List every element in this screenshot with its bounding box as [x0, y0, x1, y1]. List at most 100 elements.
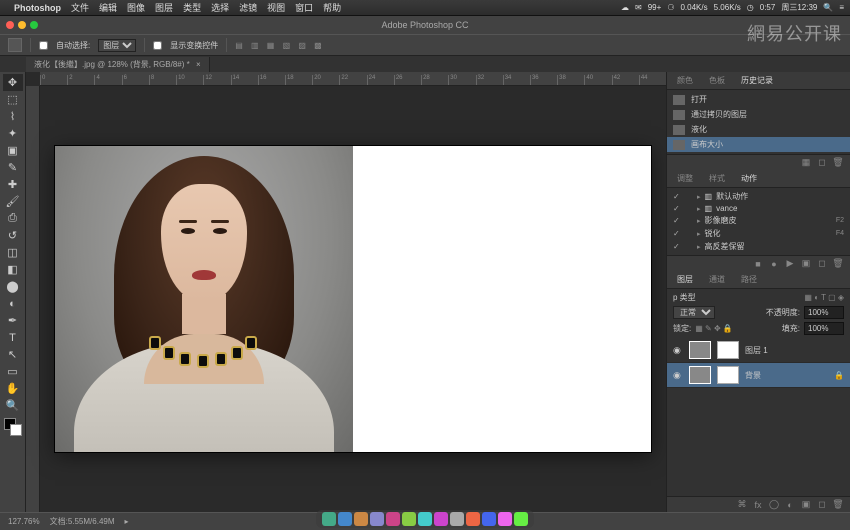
- layer-name[interactable]: 图层 1: [745, 345, 768, 356]
- dodge-tool[interactable]: ◐: [3, 295, 23, 312]
- menu-view[interactable]: 视图: [267, 1, 285, 14]
- tab-styles[interactable]: 样式: [705, 171, 729, 186]
- layer-delete-icon[interactable]: 🗑: [832, 499, 844, 511]
- status-menu-icon[interactable]: ≡: [839, 3, 844, 12]
- crop-tool[interactable]: ▣: [3, 142, 23, 159]
- auto-select-dropdown[interactable]: 图层: [98, 39, 136, 52]
- dock-app-icon[interactable]: [514, 512, 528, 526]
- layer-visibility-icon[interactable]: ◉: [673, 370, 683, 381]
- wand-tool[interactable]: ✦: [3, 125, 23, 142]
- tab-channels[interactable]: 通道: [705, 272, 729, 287]
- dock-app-icon[interactable]: [338, 512, 352, 526]
- layer-item[interactable]: ◉背景🔒: [667, 363, 850, 388]
- history-new-icon[interactable]: ◻: [816, 157, 828, 169]
- action-item[interactable]: ✓▸锐化F4: [667, 227, 850, 240]
- opacity-input[interactable]: [804, 306, 844, 319]
- history-brush-tool[interactable]: ↺: [3, 227, 23, 244]
- dock-app-icon[interactable]: [322, 512, 336, 526]
- status-zoom[interactable]: 127.76%: [8, 517, 40, 526]
- menu-filter[interactable]: 滤镜: [239, 1, 257, 14]
- action-item[interactable]: ✓▸▥默认动作: [667, 190, 850, 203]
- history-snapshot-icon[interactable]: ▦: [800, 157, 812, 169]
- menu-window[interactable]: 窗口: [295, 1, 313, 14]
- layer-visibility-icon[interactable]: ◉: [673, 345, 683, 356]
- layer-group-icon[interactable]: ▣: [800, 499, 812, 511]
- menu-help[interactable]: 帮助: [323, 1, 341, 14]
- menu-edit[interactable]: 编辑: [99, 1, 117, 14]
- menu-image[interactable]: 图像: [127, 1, 145, 14]
- stamp-tool[interactable]: ⎙: [3, 210, 23, 227]
- action-item[interactable]: ✓▸▥vance: [667, 203, 850, 214]
- app-menu[interactable]: Photoshop: [14, 3, 61, 13]
- action-item[interactable]: ✓▸影像磨皮F2: [667, 214, 850, 227]
- color-swatch[interactable]: [4, 418, 22, 436]
- action-item[interactable]: ✓▸高反差保留: [667, 240, 850, 253]
- menu-file[interactable]: 文件: [71, 1, 89, 14]
- layer-adjust-icon[interactable]: ◐: [784, 499, 796, 511]
- action-delete-icon[interactable]: 🗑: [832, 258, 844, 270]
- history-item[interactable]: 打开: [667, 92, 850, 107]
- status-arrow-icon[interactable]: ▸: [125, 517, 129, 526]
- layer-thumbnail[interactable]: [689, 366, 711, 384]
- document-tab-close-icon[interactable]: ×: [196, 60, 201, 69]
- background-color[interactable]: [10, 424, 22, 436]
- tab-layers[interactable]: 图层: [673, 272, 697, 287]
- status-wechat-icon[interactable]: ✉: [635, 3, 642, 12]
- action-check-icon[interactable]: ✓: [673, 216, 681, 225]
- menu-select[interactable]: 选择: [211, 1, 229, 14]
- history-delete-icon[interactable]: 🗑: [832, 157, 844, 169]
- action-disclosure-icon[interactable]: ▸: [697, 230, 701, 238]
- align-icons[interactable]: ▤ ▥ ▦ ▧ ▨ ▩: [235, 41, 324, 50]
- eyedropper-tool[interactable]: ✎: [3, 159, 23, 176]
- shape-tool[interactable]: ▭: [3, 363, 23, 380]
- history-item[interactable]: 液化: [667, 122, 850, 137]
- eraser-tool[interactable]: ◫: [3, 244, 23, 261]
- auto-select-checkbox[interactable]: [39, 41, 48, 50]
- document-tab[interactable]: 液化【後繼】.jpg @ 128% (背景, RGB/8#) * ×: [26, 57, 210, 72]
- action-disclosure-icon[interactable]: ▸: [697, 193, 701, 201]
- status-search-icon[interactable]: 🔍: [823, 3, 833, 12]
- blur-tool[interactable]: ⬤: [3, 278, 23, 295]
- action-record-icon[interactable]: ●: [768, 258, 780, 270]
- window-zoom-icon[interactable]: [30, 21, 38, 29]
- action-check-icon[interactable]: ✓: [673, 192, 681, 201]
- status-wifi-icon[interactable]: ⚆: [667, 3, 674, 12]
- status-doc-info[interactable]: 文档:5.55M/6.49M: [50, 516, 115, 527]
- layer-item[interactable]: ◉ 图层 1: [667, 338, 850, 363]
- history-item[interactable]: 通过拷贝的图层: [667, 107, 850, 122]
- dock-app-icon[interactable]: [354, 512, 368, 526]
- menu-type[interactable]: 类型: [183, 1, 201, 14]
- window-minimize-icon[interactable]: [18, 21, 26, 29]
- action-check-icon[interactable]: ✓: [673, 229, 681, 238]
- tab-swatches[interactable]: 色板: [705, 73, 729, 88]
- path-tool[interactable]: ↖: [3, 346, 23, 363]
- zoom-tool[interactable]: 🔍: [3, 397, 23, 414]
- layer-mask-thumbnail[interactable]: [717, 366, 739, 384]
- layer-thumbnail[interactable]: [689, 341, 711, 359]
- layer-mask-icon[interactable]: ◯: [768, 499, 780, 511]
- dock-app-icon[interactable]: [482, 512, 496, 526]
- dock-app-icon[interactable]: [370, 512, 384, 526]
- dock-app-icon[interactable]: [450, 512, 464, 526]
- lasso-tool[interactable]: ⌇: [3, 108, 23, 125]
- blend-mode-dropdown[interactable]: 正常: [673, 306, 715, 319]
- dock-app-icon[interactable]: [498, 512, 512, 526]
- action-play-icon[interactable]: ▶: [784, 258, 796, 270]
- history-item[interactable]: 画布大小: [667, 137, 850, 152]
- action-disclosure-icon[interactable]: ▸: [697, 243, 701, 251]
- hand-tool[interactable]: ✋: [3, 380, 23, 397]
- window-close-icon[interactable]: [6, 21, 14, 29]
- fill-input[interactable]: [804, 322, 844, 335]
- layer-mask-thumbnail[interactable]: [717, 341, 739, 359]
- layer-new-icon[interactable]: ◻: [816, 499, 828, 511]
- action-new-icon[interactable]: ◻: [816, 258, 828, 270]
- menu-layer[interactable]: 图层: [155, 1, 173, 14]
- tab-paths[interactable]: 路径: [737, 272, 761, 287]
- lock-icons[interactable]: ▦ ✎ ✥ 🔒: [695, 324, 733, 333]
- layer-fx-icon[interactable]: fx: [752, 499, 764, 511]
- show-transform-checkbox[interactable]: [153, 41, 162, 50]
- dock-app-icon[interactable]: [466, 512, 480, 526]
- layer-name[interactable]: 背景: [745, 370, 761, 381]
- dock-app-icon[interactable]: [402, 512, 416, 526]
- action-disclosure-icon[interactable]: ▸: [697, 217, 701, 225]
